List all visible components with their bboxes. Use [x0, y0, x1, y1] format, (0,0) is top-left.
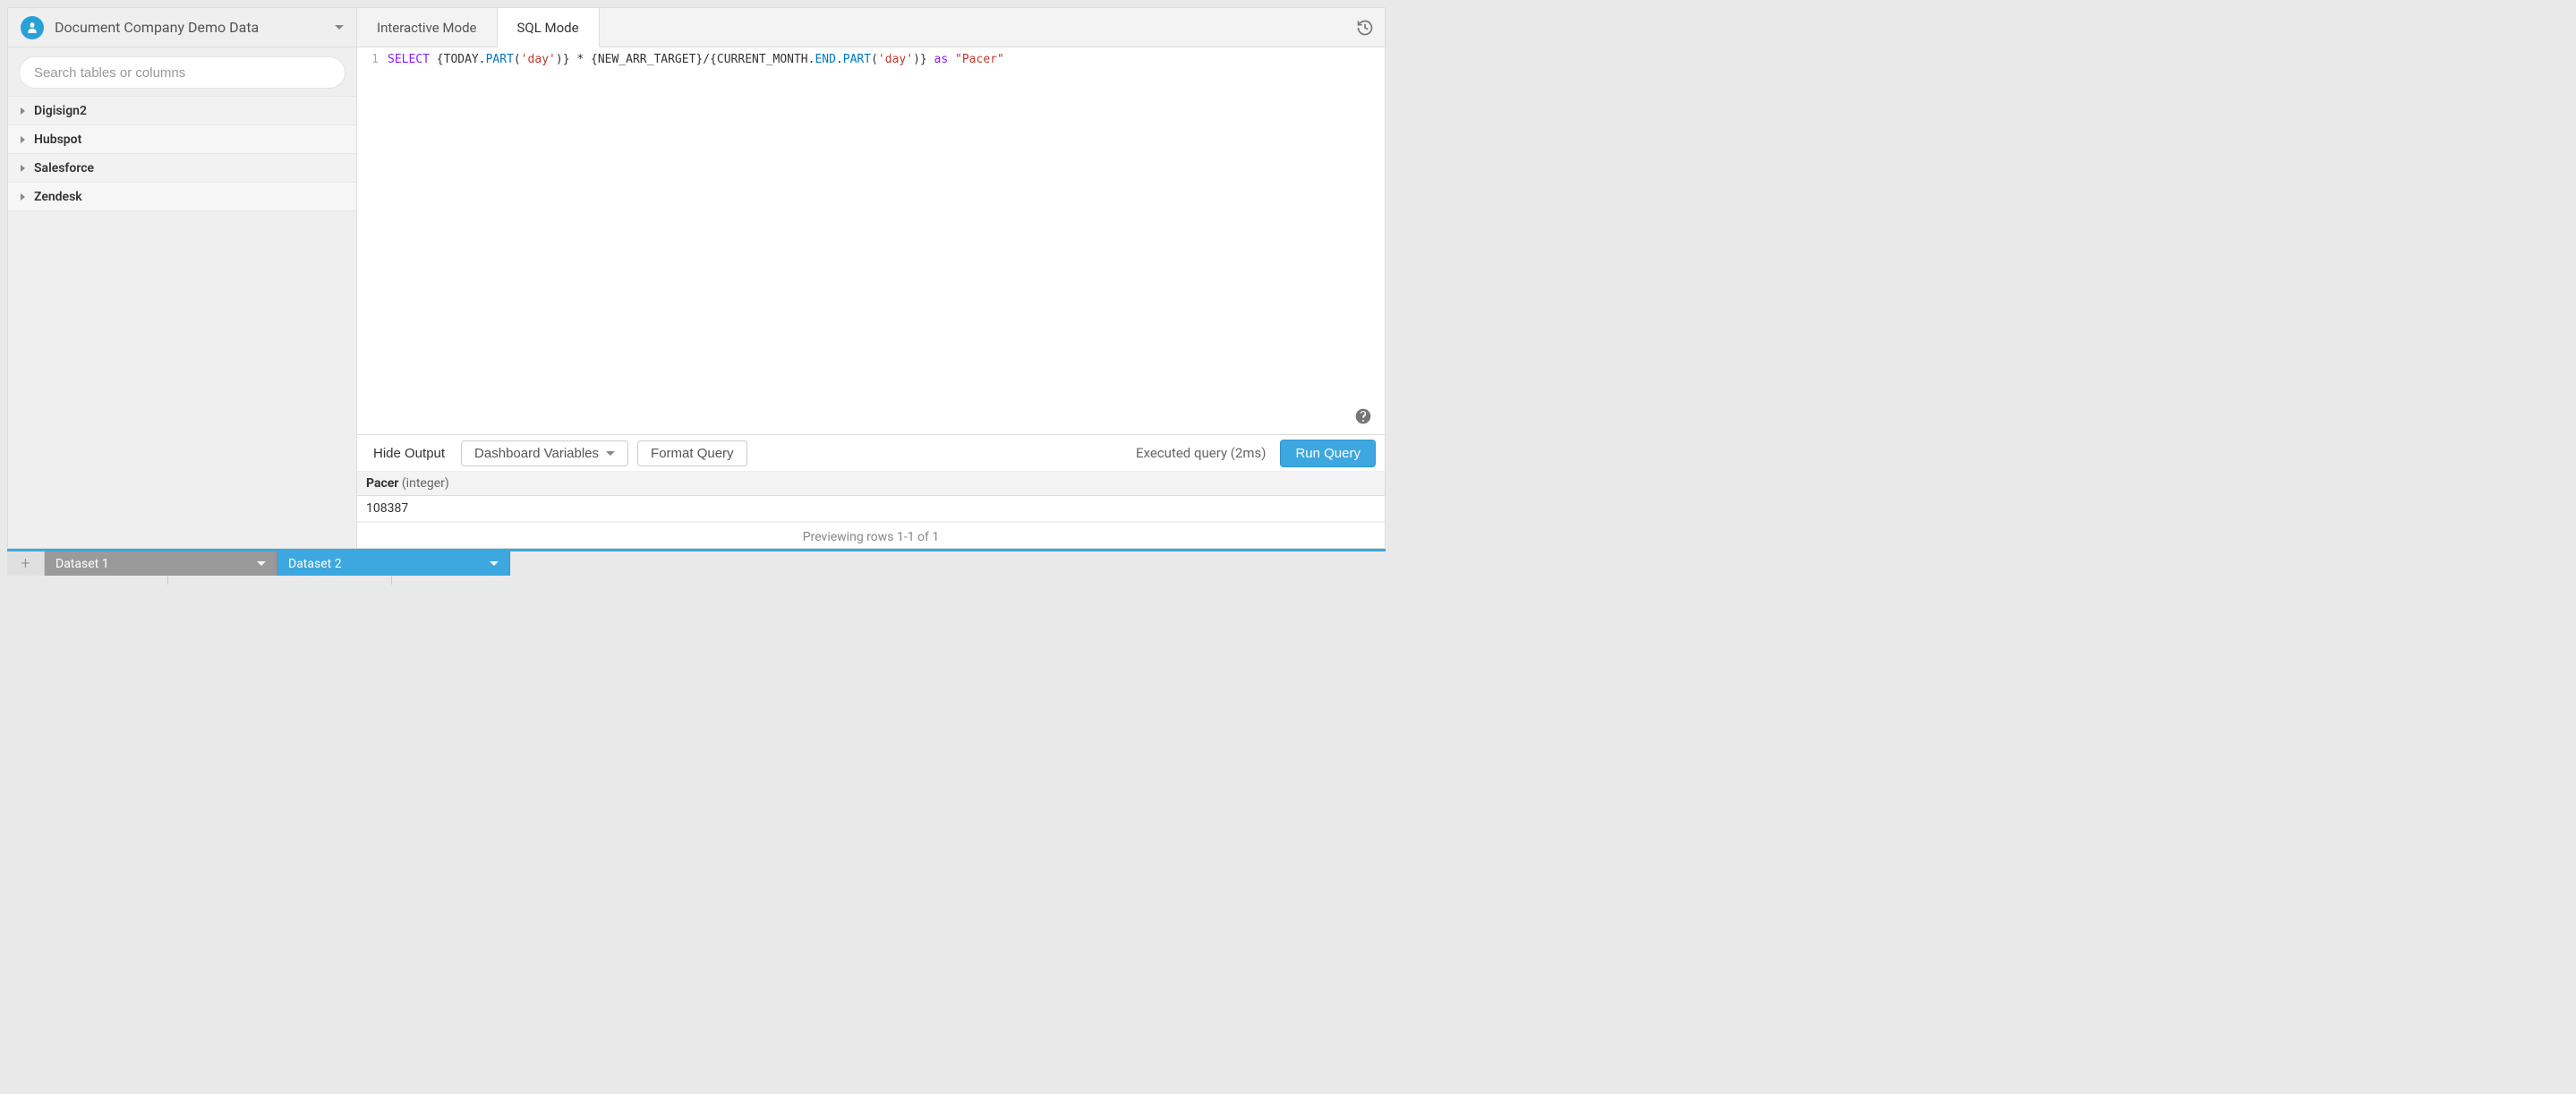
table-label: Digisign2: [34, 104, 87, 118]
hide-output-button[interactable]: Hide Output: [366, 440, 452, 466]
sql-string: 'day': [878, 53, 913, 66]
search-input[interactable]: [19, 56, 345, 89]
table-label: Salesforce: [34, 161, 94, 175]
sql-text: [948, 53, 955, 66]
chevron-right-icon: [21, 136, 25, 143]
column-name: Pacer: [366, 476, 398, 491]
tab-interactive-mode[interactable]: Interactive Mode: [357, 8, 498, 47]
column-type: (integer): [398, 476, 448, 491]
dataset-tabs-strip: + Dataset 1 Dataset 2: [7, 549, 1386, 576]
sql-text: {TODAY.: [430, 53, 486, 66]
table-item-zendesk[interactable]: Zendesk: [8, 183, 356, 211]
plus-icon: +: [21, 554, 30, 573]
history-button[interactable]: [1345, 8, 1385, 47]
button-label: Run Query: [1295, 446, 1361, 461]
datasource-selector[interactable]: Document Company Demo Data: [8, 8, 356, 47]
search-wrap: [8, 47, 356, 96]
results-row[interactable]: 108387: [357, 496, 1385, 522]
tab-label: Interactive Mode: [377, 20, 477, 36]
sql-property: END: [815, 53, 835, 66]
editor-gutter: 1: [357, 47, 384, 434]
results-table: Pacer (integer) 108387 Previewing rows 1…: [357, 472, 1385, 548]
datasource-title: Document Company Demo Data: [55, 19, 335, 36]
sql-text: )}: [913, 53, 934, 66]
dataset-tab-label: Dataset 1: [55, 557, 109, 571]
caret-down-icon: [490, 561, 499, 566]
table-list: Digisign2 Hubspot Salesforce Zendesk: [8, 96, 356, 211]
datasource-logo-icon: [21, 16, 44, 39]
line-number: 1: [357, 53, 379, 66]
sql-keyword: SELECT: [388, 53, 430, 66]
results-column-header[interactable]: Pacer (integer): [357, 472, 1385, 496]
button-label: Hide Output: [373, 446, 445, 461]
dashboard-variables-button[interactable]: Dashboard Variables: [461, 440, 628, 466]
dataset-tab-1[interactable]: Dataset 1: [45, 551, 277, 576]
sidebar: Document Company Demo Data Digisign2 Hub…: [8, 8, 357, 548]
preview-footer: Previewing rows 1-1 of 1: [357, 522, 1385, 548]
sql-text: (: [514, 53, 521, 66]
caret-down-icon: [606, 451, 615, 456]
tabs-spacer: [600, 8, 1345, 47]
sql-function: PART: [843, 53, 871, 66]
results-toolbar: Hide Output Dashboard Variables Format Q…: [357, 434, 1385, 472]
dataset-tab-2[interactable]: Dataset 2: [277, 551, 510, 576]
editor-code[interactable]: SELECT {TODAY.PART('day')} * {NEW_ARR_TA…: [384, 47, 1385, 434]
history-icon: [1356, 19, 1374, 37]
main-panel: Interactive Mode SQL Mode 1: [357, 8, 1385, 548]
add-dataset-button[interactable]: +: [7, 551, 45, 576]
sql-text: )} * {NEW_ARR_TARGET}/{CURRENT_MONTH.: [556, 53, 815, 66]
button-label: Dashboard Variables: [474, 446, 599, 461]
sql-text: .: [836, 53, 843, 66]
help-button[interactable]: [1354, 407, 1372, 425]
tab-label: SQL Mode: [517, 20, 579, 36]
table-item-hubspot[interactable]: Hubspot: [8, 125, 356, 154]
table-item-digisign2[interactable]: Digisign2: [8, 97, 356, 125]
preview-text: Previewing rows 1-1 of 1: [803, 530, 939, 544]
sql-function: PART: [486, 53, 514, 66]
sql-text: (: [871, 53, 878, 66]
chevron-right-icon: [21, 107, 25, 115]
chevron-right-icon: [21, 193, 25, 201]
sql-alias: "Pacer": [955, 53, 1004, 66]
run-query-button[interactable]: Run Query: [1280, 440, 1376, 467]
table-label: Hubspot: [34, 132, 81, 147]
execution-status: Executed query (2ms): [1136, 445, 1266, 461]
sql-keyword: as: [934, 53, 949, 66]
table-item-salesforce[interactable]: Salesforce: [8, 154, 356, 183]
sql-editor[interactable]: 1 SELECT {TODAY.PART('day')} * {NEW_ARR_…: [357, 47, 1385, 434]
workspace: Document Company Demo Data Digisign2 Hub…: [7, 7, 1386, 549]
cell-value: 108387: [366, 501, 408, 516]
caret-down-icon: [335, 25, 344, 30]
format-query-button[interactable]: Format Query: [637, 440, 747, 466]
sql-string: 'day': [521, 53, 556, 66]
button-label: Format Query: [651, 446, 734, 461]
table-label: Zendesk: [34, 190, 82, 204]
help-icon: [1354, 407, 1372, 425]
chevron-right-icon: [21, 165, 25, 172]
mode-tabs: Interactive Mode SQL Mode: [357, 8, 1385, 47]
lower-scaffold: [7, 576, 1386, 585]
app-root: Document Company Demo Data Digisign2 Hub…: [0, 0, 1393, 592]
tab-sql-mode[interactable]: SQL Mode: [498, 8, 600, 47]
caret-down-icon: [257, 561, 266, 566]
dataset-tab-label: Dataset 2: [288, 557, 342, 571]
